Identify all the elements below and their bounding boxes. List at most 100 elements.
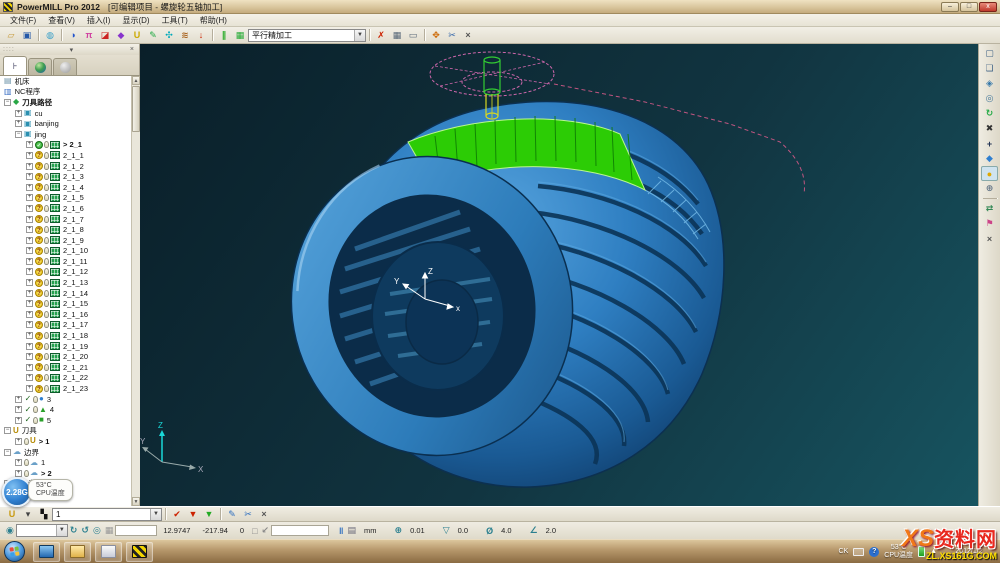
expand-toggle-icon[interactable]: +	[26, 290, 33, 297]
view-multi-window-icon[interactable]: ❏	[981, 61, 998, 76]
tree-item[interactable]: +?2_1_2	[0, 161, 140, 172]
models-icon[interactable]: ◪	[97, 28, 113, 42]
close-button[interactable]: x	[979, 2, 997, 12]
taskbar-app-media[interactable]	[33, 542, 60, 562]
visibility-bulb-icon[interactable]	[44, 226, 49, 233]
visibility-bulb-icon[interactable]	[44, 258, 49, 265]
cut-scissors-icon[interactable]: ✂	[240, 507, 256, 521]
visibility-bulb-icon[interactable]	[44, 332, 49, 339]
tab-globe[interactable]	[28, 58, 52, 75]
active-tool-icon[interactable]: U	[4, 507, 20, 521]
keyboard-icon[interactable]	[853, 548, 864, 556]
start-button[interactable]	[4, 541, 25, 562]
expand-toggle-icon[interactable]: +	[26, 332, 33, 339]
edit-toolpath-icon[interactable]: ✥	[428, 28, 444, 42]
expand-toggle-icon[interactable]: +	[15, 417, 22, 424]
tree-item[interactable]: −☁边界	[0, 447, 140, 458]
menu-显示D[interactable]: 显示(D)	[116, 15, 155, 26]
expand-toggle-icon[interactable]: +	[26, 237, 33, 244]
visibility-bulb-icon[interactable]	[44, 290, 49, 297]
cursor-mode-2-icon[interactable]: ↺	[81, 525, 89, 536]
maximize-button[interactable]: □	[960, 2, 978, 12]
cursor-mode-1-icon[interactable]: ↻	[70, 525, 78, 536]
expand-toggle-icon[interactable]: +	[26, 258, 33, 265]
feed-rate-icon[interactable]: ✎	[145, 28, 161, 42]
viewport-3d[interactable]: Z x Y	[140, 44, 978, 506]
gear-model[interactable]	[260, 101, 724, 487]
tree-item[interactable]: +?2_1_6	[0, 203, 140, 214]
visibility-bulb-icon[interactable]	[44, 205, 49, 212]
tree-item[interactable]: +?2_1_22	[0, 373, 140, 384]
tree-item[interactable]: −◆刀具路径	[0, 97, 140, 108]
view-zoom-in-icon[interactable]: +	[981, 136, 998, 151]
tool-axis-icon[interactable]: ≋	[177, 28, 193, 42]
taskbar-app-photos[interactable]	[95, 542, 122, 562]
toolbar-close-icon[interactable]: ×	[460, 28, 476, 42]
tree-item[interactable]: +?2_1_9	[0, 235, 140, 246]
tree-item[interactable]: +▣cu	[0, 108, 140, 119]
expand-toggle-icon[interactable]: +	[15, 120, 22, 127]
menu-插入I[interactable]: 插入(I)	[81, 15, 117, 26]
expand-toggle-icon[interactable]: +	[26, 194, 33, 201]
expand-toggle-icon[interactable]: +	[26, 268, 33, 275]
visibility-bulb-icon[interactable]	[44, 353, 49, 360]
expand-toggle-icon[interactable]: +	[26, 152, 33, 159]
expand-toggle-icon[interactable]: +	[26, 226, 33, 233]
leads-and-links-icon[interactable]: ∥	[216, 28, 232, 42]
grid-toggle-icon[interactable]: ▦	[105, 525, 114, 536]
scroll-down-icon[interactable]: ▼	[132, 497, 140, 506]
view-flag-icon[interactable]: ⚑	[981, 216, 998, 231]
measure-field[interactable]	[271, 525, 329, 536]
save-project-icon[interactable]: ▣	[19, 28, 35, 42]
visibility-bulb-icon[interactable]	[33, 417, 38, 424]
expand-toggle-icon[interactable]: +	[26, 353, 33, 360]
strategy-grid-icon[interactable]: ▦	[232, 28, 248, 42]
expand-toggle-icon[interactable]: +	[15, 406, 22, 413]
minimize-button[interactable]: –	[941, 2, 959, 12]
toolpath-delete-icon[interactable]: ✗	[373, 28, 389, 42]
visibility-bulb-icon[interactable]	[44, 311, 49, 318]
expand-toggle-icon[interactable]: +	[26, 321, 33, 328]
statistics-icon[interactable]: ▭	[405, 28, 421, 42]
tree-item[interactable]: +?2_1_17	[0, 320, 140, 331]
tree-item[interactable]: +?2_1_18	[0, 330, 140, 341]
panel-close-icon[interactable]: ×	[128, 46, 136, 53]
tree-item[interactable]: +✓■5	[0, 415, 140, 426]
tree-item[interactable]: ▤机床	[0, 76, 140, 87]
open-project-icon[interactable]: ▱	[3, 28, 19, 42]
tree-item[interactable]: +U> 1	[0, 436, 140, 447]
visibility-bulb-icon[interactable]	[44, 279, 49, 286]
scroll-up-icon[interactable]: ▲	[132, 76, 140, 85]
tree-item[interactable]: +?2_1_10	[0, 246, 140, 257]
import-model-icon[interactable]: ◍	[42, 28, 58, 42]
expand-toggle-icon[interactable]: +	[26, 374, 33, 381]
tree-item[interactable]: +?2_1_8	[0, 224, 140, 235]
visibility-bulb-icon[interactable]	[44, 268, 49, 275]
view-wireframe-icon[interactable]: ⊕	[981, 181, 998, 196]
tool-number-combo[interactable]: 1▼	[52, 508, 162, 521]
chevron-down-icon[interactable]: ▼	[56, 525, 67, 536]
tree-item[interactable]: +?2_1_3	[0, 171, 140, 182]
expand-toggle-icon[interactable]: +	[26, 364, 33, 371]
tool-icon[interactable]: U	[129, 28, 145, 42]
expand-toggle-icon[interactable]: −	[4, 99, 11, 106]
scroll-thumb[interactable]	[132, 86, 140, 132]
visibility-bulb-icon[interactable]	[44, 247, 49, 254]
visibility-bulb-icon[interactable]	[44, 194, 49, 201]
expand-toggle-icon[interactable]: −	[4, 427, 11, 434]
tree-item[interactable]: ▥NC程序	[0, 87, 140, 98]
tree-item[interactable]: +✓> 2_1	[0, 140, 140, 151]
point-distribution-icon[interactable]: ✣	[161, 28, 177, 42]
panel-grip[interactable]: ::::	[3, 46, 15, 53]
tab-explorer-tree[interactable]: ⊦	[3, 56, 27, 75]
tree-item[interactable]: +?2_1_16	[0, 309, 140, 320]
visibility-bulb-icon[interactable]	[44, 321, 49, 328]
chevron-down-icon[interactable]: ▼	[354, 30, 365, 41]
gouge-check-icon[interactable]: ▼	[185, 507, 201, 521]
expand-toggle-icon[interactable]: +	[26, 163, 33, 170]
visibility-bulb-icon[interactable]	[44, 163, 49, 170]
tree-item[interactable]: +?2_1_15	[0, 298, 140, 309]
active-workplane-icon[interactable]: ◑	[65, 28, 81, 42]
visibility-bulb-icon[interactable]	[44, 237, 49, 244]
collision-check-icon[interactable]: ▼	[201, 507, 217, 521]
